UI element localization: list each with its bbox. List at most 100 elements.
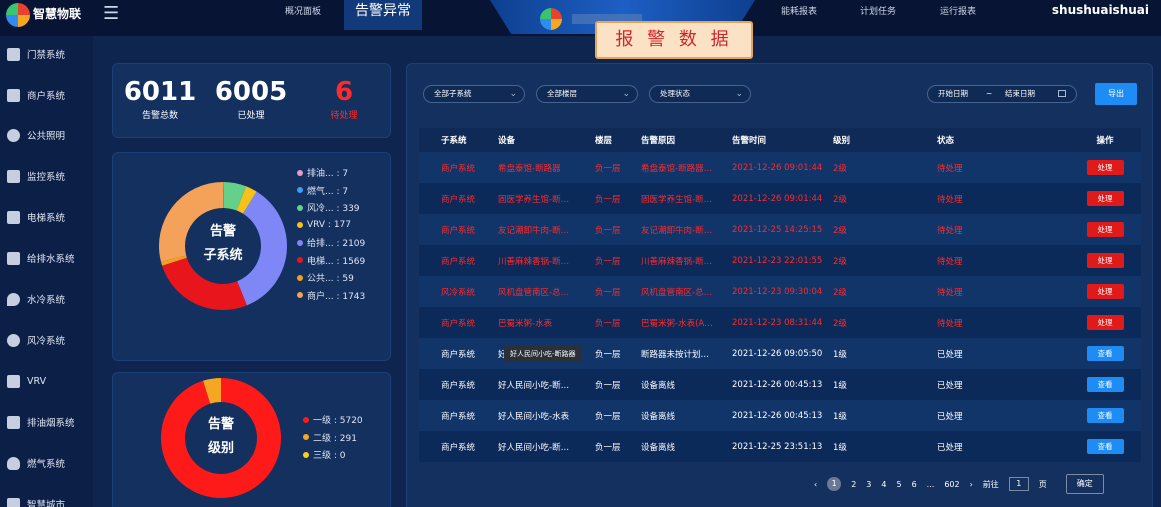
page-number-5[interactable]: 5 [896, 480, 901, 489]
cell-reason: 断路器未按计划… [641, 338, 732, 369]
cell-subsystem: 商户系统 [419, 214, 498, 245]
handle-button[interactable]: 处理 [1086, 253, 1124, 268]
table-row: 风冷系统 风机盘管南区-总… 负一层 风机盘管南区-总… 2021-12-23 09:3… [419, 276, 1141, 307]
legend-item[interactable]: 公共... : 59 [297, 269, 365, 287]
legend-item[interactable]: 给排... : 2109 [297, 234, 365, 252]
page-number-7[interactable]: ... [927, 480, 935, 489]
view-button[interactable]: 查看 [1086, 377, 1124, 392]
page-number-3[interactable]: 3 [866, 480, 871, 489]
subsystem-legend: 排油... : 7 燃气... : 7 风冷... : 339 VRV : 177 给排… [297, 164, 365, 304]
cell-floor: 负一层 [595, 400, 641, 431]
cell-floor: 负一层 [595, 276, 641, 307]
legend-item[interactable]: 电梯... : 1569 [297, 252, 365, 270]
goto-page-input[interactable]: 1 [1008, 477, 1029, 491]
cell-subsystem: 商户系统 [419, 400, 498, 431]
view-button[interactable]: 查看 [1086, 408, 1124, 423]
view-button[interactable]: 查看 [1086, 439, 1124, 454]
page-number-2[interactable]: 2 [851, 480, 856, 489]
handle-button[interactable]: 处理 [1086, 315, 1124, 330]
page-unit-label: 页 [1038, 479, 1047, 489]
flame-icon [7, 456, 20, 470]
legend-label: 二级 : 291 [313, 433, 357, 444]
sidebar-item-shop[interactable]: 商户系统 [0, 85, 93, 105]
floor-filter[interactable]: 全部楼层 ⌄ [536, 85, 638, 103]
handle-button[interactable]: 处理 [1086, 222, 1124, 237]
legend-item[interactable]: 排油... : 7 [297, 164, 365, 182]
stat-pending[interactable]: 6 待处理 [303, 77, 385, 121]
legend-dot-icon [303, 434, 309, 441]
cell-level: 2级 [833, 183, 937, 214]
cell-level: 1级 [833, 338, 937, 369]
sidebar-item-label: 水冷系统 [27, 295, 66, 306]
cell-level: 1级 [833, 431, 937, 462]
sidebar-item-smart-city[interactable]: 智慧城市 [0, 494, 93, 507]
user-name[interactable]: shushuaishuai [1052, 3, 1149, 17]
sidebar-item-label: 公共照明 [27, 131, 66, 142]
sidebar-item-water-cooling[interactable]: 水冷系统 [0, 289, 93, 309]
status-filter-value: 处理状态 [660, 89, 690, 98]
cell-status: 待处理 [937, 307, 1069, 338]
device-tooltip: 好人民间小吃-断路器 [504, 346, 582, 362]
sidebar-item-exhaust[interactable]: 排油烟系统 [0, 412, 93, 432]
water-drop-icon [7, 292, 20, 306]
sidebar-item-label: 排油烟系统 [27, 418, 75, 429]
chevron-down-icon: ⌄ [735, 89, 743, 99]
cell-device: 好人民间小吃-断… [498, 369, 595, 400]
cell-level: 2级 [833, 152, 937, 183]
date-range-picker[interactable]: 开始日期 ~ 结束日期 [927, 85, 1077, 103]
legend-item[interactable]: 一级 : 5720 [303, 411, 363, 429]
goto-label: 前往 [982, 479, 999, 489]
legend-dot-icon [297, 239, 303, 246]
end-date-input[interactable]: 结束日期 [1005, 86, 1035, 102]
next-page-button[interactable]: › [970, 480, 973, 489]
legend-item[interactable]: 商户... : 1743 [297, 287, 365, 305]
legend-item[interactable]: VRV : 177 [297, 217, 365, 235]
legend-item[interactable]: 二级 : 291 [303, 429, 363, 447]
sidebar-item-elevator[interactable]: 电梯系统 [0, 207, 93, 227]
sidebar-item-water-supply[interactable]: 给排水系统 [0, 248, 93, 268]
legend-item[interactable]: 风冷... : 339 [297, 199, 365, 217]
date-range-separator: ~ [986, 89, 993, 98]
handle-button[interactable]: 处理 [1086, 191, 1124, 206]
confirm-button[interactable]: 确定 [1065, 474, 1104, 494]
sidebar-item-vrv[interactable]: VRV [0, 371, 93, 391]
exhaust-icon [7, 415, 20, 429]
sidebar-item-lighting[interactable]: 公共照明 [0, 125, 93, 145]
nav-alarm[interactable]: 告警异常 [344, 0, 422, 30]
sidebar-item-monitor[interactable]: 监控系统 [0, 166, 93, 186]
handle-button[interactable]: 处理 [1086, 284, 1124, 299]
page-number-4[interactable]: 4 [881, 480, 886, 489]
legend-item[interactable]: 三级 : 0 [303, 446, 363, 464]
sidebar: 门禁系统 商户系统 公共照明 监控系统 电梯系统 给排水系统 水冷系统 风冷系统… [0, 36, 93, 507]
alarm-table: 子系统 设备 楼层 告警原因 告警时间 级别 状态 操作 商户系统 希盘泰馆-断路… [419, 128, 1141, 462]
handle-button[interactable]: 处理 [1086, 160, 1124, 175]
sidebar-item-gas[interactable]: 燃气系统 [0, 453, 93, 473]
page-number-8[interactable]: 602 [944, 480, 959, 489]
header-reason: 告警原因 [641, 128, 732, 152]
prev-page-button[interactable]: ‹ [814, 480, 817, 489]
cell-level: 2级 [833, 214, 937, 245]
start-date-input[interactable]: 开始日期 [938, 86, 968, 102]
page-number-1[interactable]: 1 [827, 477, 842, 491]
page-number-6[interactable]: 6 [912, 480, 917, 489]
menu-toggle-icon[interactable]: ☰ [103, 3, 119, 24]
shop-icon [7, 88, 20, 102]
nav-plan-task[interactable]: 计划任务 [860, 4, 896, 17]
cell-device: 好人民间小吃-断… [498, 431, 595, 462]
nav-energy-report[interactable]: 能耗报表 [781, 4, 817, 17]
sidebar-item-label: 商户系统 [27, 91, 66, 102]
cell-subsystem: 商户系统 [419, 431, 498, 462]
sidebar-item-door[interactable]: 门禁系统 [0, 44, 93, 64]
cell-floor: 负一层 [595, 431, 641, 462]
cell-time: 2021-12-26 00:45:13 [732, 369, 833, 400]
brand-logo-icon [6, 3, 30, 27]
subsystem-filter[interactable]: 全部子系统 ⌄ [423, 85, 525, 103]
sidebar-item-air-cooling[interactable]: 风冷系统 [0, 330, 93, 350]
status-filter[interactable]: 处理状态 ⌄ [649, 85, 751, 103]
nav-run-report[interactable]: 运行报表 [940, 4, 976, 17]
legend-item[interactable]: 燃气... : 7 [297, 182, 365, 200]
subsystem-chart-panel: 告警 子系统 排油... : 7 燃气... : 7 风冷... : 339 VRV … [112, 152, 391, 361]
export-button[interactable]: 导出 [1095, 83, 1137, 105]
view-button[interactable]: 查看 [1086, 346, 1124, 361]
nav-overview[interactable]: 概况面板 [285, 4, 321, 17]
